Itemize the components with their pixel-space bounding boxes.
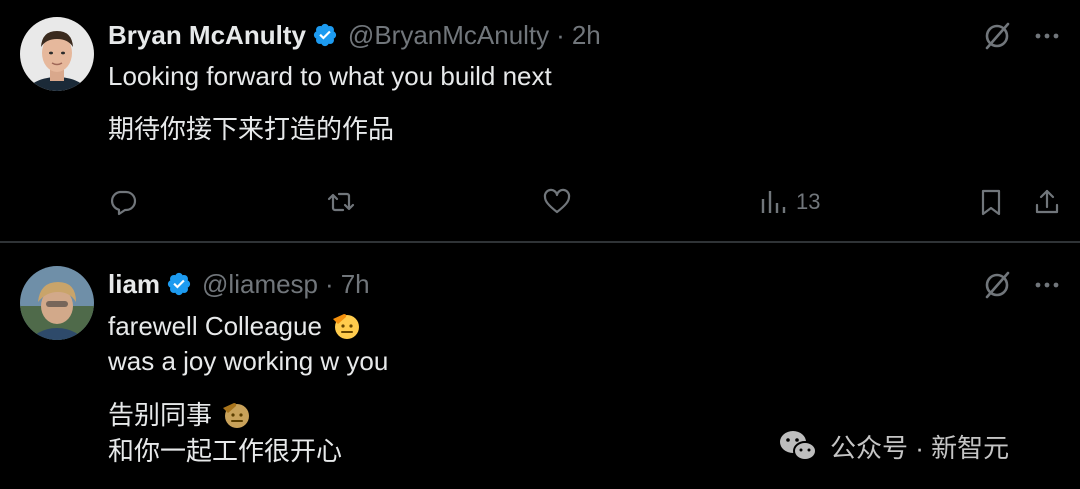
action-bar: 13	[0, 184, 1080, 220]
verified-badge-icon	[312, 22, 338, 48]
tweet-text-line: farewell Colleague	[108, 309, 362, 343]
more-icon[interactable]	[1030, 19, 1064, 53]
heart-icon	[543, 188, 571, 214]
grok-icon[interactable]	[980, 268, 1014, 302]
views-count: 13	[796, 189, 821, 214]
tweet-text-english: Looking forward to what you build next	[108, 61, 552, 91]
views-icon	[761, 191, 786, 213]
tweet-text: 告别同事	[108, 400, 213, 430]
tweet-text: farewell Colleague	[108, 311, 322, 341]
bookmark-button[interactable]	[976, 184, 1006, 220]
saluting-face-emoji	[330, 310, 362, 342]
tweet-text-chinese: 期待你接下来打造的作品	[108, 114, 395, 144]
separator-dot: ·	[325, 268, 334, 299]
bookmark-icon	[981, 189, 1001, 216]
retweet-icon	[327, 192, 355, 212]
tweet-bryan[interactable]: Bryan McAnulty @BryanMcAnulty · 2h Looki…	[0, 0, 1080, 242]
tweet-text-line: was a joy working w you	[108, 346, 389, 376]
display-name[interactable]: liam	[108, 269, 160, 300]
user-handle[interactable]: @BryanMcAnulty	[348, 20, 549, 51]
more-icon[interactable]	[1030, 268, 1064, 302]
retweet-button[interactable]	[326, 184, 356, 220]
avatar-liam[interactable]	[20, 266, 94, 340]
verified-badge-icon	[166, 271, 192, 297]
watermark-text: 公众号 · 新智元	[830, 432, 1010, 463]
timestamp[interactable]: 7h	[341, 269, 370, 300]
user-handle[interactable]: @liamesp	[202, 269, 318, 300]
like-button[interactable]	[542, 184, 572, 220]
tweet-header: Bryan McAnulty @BryanMcAnulty · 2h	[108, 15, 601, 55]
tweet-text-line: 和你一起工作很开心	[108, 436, 343, 466]
tweet-divider	[0, 241, 1080, 243]
timestamp[interactable]: 2h	[572, 20, 601, 51]
share-icon	[1035, 189, 1059, 214]
saluting-face-emoji	[220, 399, 252, 431]
reply-icon	[110, 190, 137, 216]
reply-button[interactable]	[108, 184, 138, 220]
tweet-text-line: 告别同事	[108, 398, 252, 432]
grok-icon[interactable]	[980, 19, 1014, 53]
tweet-header: liam @liamesp · 7h	[108, 264, 370, 304]
separator-dot: ·	[556, 19, 565, 50]
wechat-icon	[778, 428, 818, 464]
wechat-watermark: 公众号 · 新智元	[778, 426, 1009, 466]
views-button[interactable]: 13	[758, 184, 820, 220]
share-button[interactable]	[1032, 184, 1062, 220]
display-name[interactable]: Bryan McAnulty	[108, 20, 306, 51]
avatar-bryan[interactable]	[20, 17, 94, 91]
